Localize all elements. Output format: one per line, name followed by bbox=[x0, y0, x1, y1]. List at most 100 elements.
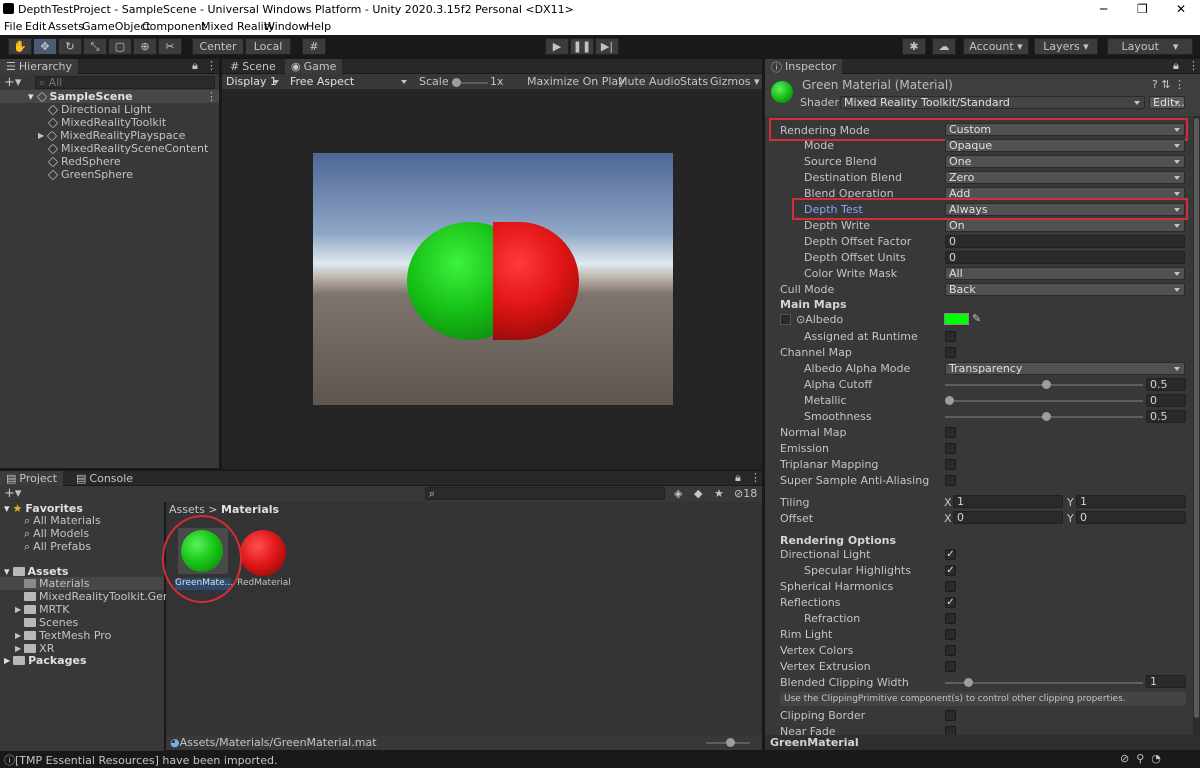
hierarchy-item[interactable]: Directional Light bbox=[47, 103, 151, 116]
blended-clipping-knob[interactable] bbox=[964, 678, 973, 687]
hierarchy-item[interactable]: GreenSphere bbox=[47, 168, 133, 181]
assigned-runtime-checkbox[interactable] bbox=[945, 331, 956, 342]
move-tool-icon[interactable]: ✥ bbox=[33, 38, 57, 55]
tab-game[interactable]: ◉ Game bbox=[285, 59, 343, 74]
blended-clipping-field[interactable]: 1 bbox=[1146, 675, 1186, 688]
menu-file[interactable]: File bbox=[4, 20, 22, 33]
color-write-mask-dropdown[interactable]: All bbox=[945, 267, 1185, 280]
expand-arrow-icon[interactable]: ▶ bbox=[15, 644, 21, 653]
vertex-colors-checkbox[interactable] bbox=[945, 645, 956, 656]
game-viewport[interactable] bbox=[222, 89, 762, 469]
hierarchy-item[interactable]: RedSphere bbox=[47, 155, 121, 168]
reflections-checkbox[interactable]: ✓ bbox=[945, 597, 956, 608]
hand-tool-icon[interactable]: ✋ bbox=[8, 38, 32, 55]
alpha-cutoff-slider[interactable] bbox=[945, 380, 1143, 389]
transform-tool-icon[interactable]: ⊕ bbox=[133, 38, 157, 55]
directional-light-checkbox[interactable]: ✓ bbox=[945, 549, 956, 560]
lock-icon[interactable]: 🔒︎ bbox=[192, 59, 198, 73]
pivot-center-button[interactable]: Center bbox=[192, 38, 244, 55]
blended-clipping-slider[interactable] bbox=[945, 678, 1143, 687]
menu-gameobject[interactable]: GameObject bbox=[82, 20, 151, 33]
favorite-item[interactable]: ⌕ All Models bbox=[24, 527, 89, 541]
inspector-lock-icon[interactable]: 🔒︎ bbox=[1173, 59, 1179, 73]
smoothness-field[interactable]: 0.5 bbox=[1146, 410, 1186, 423]
metallic-slider[interactable] bbox=[945, 396, 1143, 405]
step-button[interactable]: ▶| bbox=[595, 38, 619, 55]
destination-blend-dropdown[interactable]: Zero bbox=[945, 171, 1185, 184]
shader-dropdown[interactable]: Mixed Reality Toolkit/Standard bbox=[840, 96, 1145, 109]
favorite-star-icon[interactable]: ★ bbox=[714, 487, 724, 500]
tab-scene[interactable]: # Scene bbox=[224, 59, 282, 74]
account-dropdown[interactable]: Account ▾ bbox=[963, 38, 1029, 55]
metallic-slider-knob[interactable] bbox=[945, 396, 954, 405]
header-icons[interactable]: ? ⇅ ⋮ bbox=[1152, 78, 1185, 91]
collab-icon[interactable]: ✱ bbox=[902, 38, 926, 55]
menu-component[interactable]: Component bbox=[142, 20, 206, 33]
filter-label-icon[interactable]: ◆ bbox=[694, 487, 702, 500]
folder-item[interactable]: Materials bbox=[24, 577, 89, 590]
cloud-icon[interactable]: ☁ bbox=[932, 38, 956, 55]
mute-audio-button[interactable]: Mute Audio bbox=[618, 75, 680, 88]
breadcrumb-current[interactable]: Materials bbox=[221, 503, 279, 516]
menu-window[interactable]: Window bbox=[264, 20, 307, 33]
eyedropper-icon[interactable]: ✎ bbox=[972, 312, 981, 325]
albedo-color-swatch[interactable] bbox=[944, 313, 969, 325]
asset-label-red[interactable]: RedMaterial bbox=[236, 578, 292, 590]
project-search-input[interactable]: ⌕ bbox=[425, 487, 665, 500]
hidden-count[interactable]: ⊘18 bbox=[734, 487, 757, 500]
tab-console[interactable]: ▤ Console bbox=[70, 471, 139, 486]
mode-dropdown[interactable]: Opaque bbox=[945, 139, 1185, 152]
expand-arrow-icon[interactable]: ▶ bbox=[15, 605, 21, 614]
expand-arrow-icon[interactable]: ▶ bbox=[38, 131, 44, 140]
smoothness-slider[interactable] bbox=[945, 412, 1143, 421]
project-add-icon[interactable]: +▾ bbox=[4, 486, 21, 501]
layers-dropdown[interactable]: Layers ▾ bbox=[1034, 38, 1098, 55]
clipping-border-checkbox[interactable] bbox=[945, 710, 956, 721]
filter-type-icon[interactable]: ◈ bbox=[674, 487, 682, 500]
normal-map-checkbox[interactable] bbox=[945, 427, 956, 438]
alpha-cutoff-field[interactable]: 0.5 bbox=[1146, 378, 1186, 391]
hierarchy-item[interactable]: MixedRealityToolkit bbox=[47, 116, 166, 129]
favorite-item[interactable]: ⌕ All Materials bbox=[24, 514, 101, 528]
menu-help[interactable]: Help bbox=[306, 20, 331, 33]
display-dropdown[interactable]: Display 1 bbox=[222, 75, 284, 88]
inspector-more-icon[interactable]: ⋮ bbox=[1188, 59, 1199, 72]
tab-inspector[interactable]: ⓘ Inspector bbox=[765, 59, 843, 74]
shader-edit-button[interactable]: Edit... bbox=[1149, 96, 1185, 109]
source-blend-dropdown[interactable]: One bbox=[945, 155, 1185, 168]
aspect-dropdown[interactable]: Free Aspect bbox=[286, 75, 412, 88]
offset-y-field[interactable]: 0 bbox=[1076, 511, 1186, 524]
cull-mode-dropdown[interactable]: Back bbox=[945, 283, 1185, 296]
scene-more-icon[interactable]: ⋮ bbox=[206, 90, 217, 103]
folder-item[interactable]: ▶ MRTK bbox=[15, 603, 69, 616]
rotate-tool-icon[interactable]: ↻ bbox=[58, 38, 82, 55]
play-button[interactable]: ▶ bbox=[545, 38, 569, 55]
project-lock-icon[interactable]: 🔒︎ bbox=[735, 471, 741, 485]
pause-button[interactable]: ❚❚ bbox=[570, 38, 594, 55]
tiling-x-field[interactable]: 1 bbox=[953, 495, 1063, 508]
custom-tool-icon[interactable]: ✂ bbox=[158, 38, 182, 55]
scale-slider[interactable] bbox=[452, 78, 488, 87]
scale-tool-icon[interactable]: ⤡ bbox=[83, 38, 107, 55]
menu-edit[interactable]: Edit bbox=[25, 20, 46, 33]
depth-write-dropdown[interactable]: On bbox=[945, 219, 1185, 232]
rect-tool-icon[interactable]: ▢ bbox=[108, 38, 132, 55]
depth-offset-units-field[interactable]: 0 bbox=[945, 251, 1185, 264]
tab-project[interactable]: ▤ Project bbox=[0, 471, 64, 486]
hierarchy-item[interactable]: MixedRealitySceneContent bbox=[47, 142, 208, 155]
smoothness-slider-knob[interactable] bbox=[1042, 412, 1051, 421]
albedo-texture-slot[interactable] bbox=[780, 314, 791, 325]
inspector-scrollbar[interactable] bbox=[1193, 116, 1200, 735]
maximize-on-play-button[interactable]: Maximize On Play bbox=[527, 75, 625, 88]
add-icon[interactable]: +▾ bbox=[4, 75, 21, 90]
scale-slider-knob[interactable] bbox=[452, 78, 461, 87]
hierarchy-item[interactable]: ▶ MixedRealityPlayspace bbox=[38, 129, 185, 142]
gizmos-button[interactable]: Gizmos ▾ bbox=[710, 75, 760, 88]
channel-map-checkbox[interactable] bbox=[945, 347, 956, 358]
depth-offset-factor-field[interactable]: 0 bbox=[945, 235, 1185, 248]
expand-arrow-icon[interactable]: ▶ bbox=[15, 631, 21, 640]
expand-arrow-icon[interactable]: ▶ bbox=[4, 656, 10, 665]
folder-item[interactable]: Scenes bbox=[24, 616, 78, 629]
albedo-alpha-mode-dropdown[interactable]: Transparency bbox=[945, 362, 1185, 375]
near-fade-checkbox[interactable] bbox=[945, 726, 956, 735]
